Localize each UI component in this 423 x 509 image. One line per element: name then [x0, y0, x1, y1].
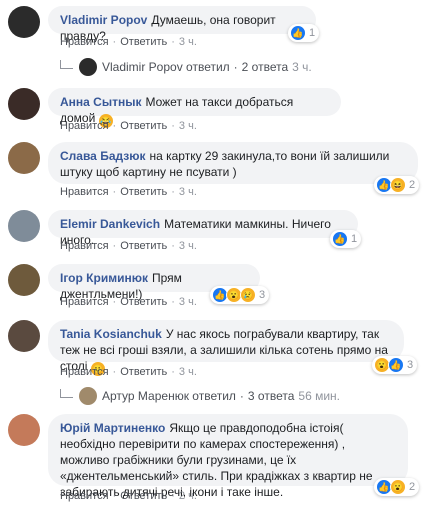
avatar[interactable] — [8, 88, 40, 120]
comment-bubble: Анна Сытнык Может на такси добраться домо… — [48, 88, 341, 128]
comment-time[interactable]: 3 ч. — [179, 366, 197, 378]
reply-link[interactable]: Ответить — [120, 240, 167, 252]
like-link[interactable]: Нравится — [60, 490, 109, 502]
comment-time[interactable]: 3 ч. — [179, 120, 197, 132]
reply-count[interactable]: 2 ответа — [242, 60, 288, 74]
reply-link[interactable]: Ответить — [120, 296, 167, 308]
like-reaction-icon: 👍 — [332, 231, 348, 247]
like-link[interactable]: Нравится — [60, 366, 109, 378]
reply-arrow-icon — [60, 59, 73, 69]
like-reaction-icon: 👍 — [290, 25, 306, 41]
like-link[interactable]: Нравится — [60, 36, 109, 48]
reactions[interactable]: 👍 1 — [288, 24, 320, 42]
comment-bubble: Vladimir Popov Думаешь, она говорит правд… — [48, 6, 316, 43]
avatar[interactable] — [8, 264, 40, 296]
avatar — [79, 387, 97, 405]
reply-author[interactable]: Артур Маренюк — [102, 389, 189, 403]
comment-author[interactable]: Tania Kosianchuk — [60, 327, 162, 341]
reactions[interactable]: 👍 😆 2 — [374, 176, 420, 194]
comment-actions: Нравится · Ответить · 3 ч. — [60, 240, 197, 252]
reply-link[interactable]: Ответить — [120, 120, 167, 132]
reply-arrow-icon — [60, 388, 73, 398]
comment-time[interactable]: 2 ч. — [179, 490, 197, 502]
reactions[interactable]: 😮 👍 3 — [372, 356, 418, 374]
comment-actions: Нравится · Ответить · 3 ч. — [60, 186, 197, 198]
like-reaction-icon: 👍 — [388, 357, 404, 373]
comment-author[interactable]: Слава Бадзюк — [60, 149, 145, 163]
comment-author[interactable]: Elemir Dankevich — [60, 217, 160, 231]
avatar[interactable] — [8, 320, 40, 352]
like-link[interactable]: Нравится — [60, 296, 109, 308]
comment-actions: Нравится · Ответить · 3 ч. — [60, 296, 197, 308]
comment-bubble: Юрій Мартиненко Якщо це правдоподобна іст… — [48, 414, 408, 499]
comment-actions: Нравится · Ответить · 2 ч. — [60, 490, 197, 502]
comment-actions: Нравится · Ответить · 3 ч. — [60, 120, 197, 132]
comment-author[interactable]: Vladimir Popov — [60, 13, 147, 27]
avatar[interactable] — [8, 142, 40, 174]
reply-thread[interactable]: Артур Маренюк ответил · 3 ответа 56 мин. — [60, 387, 340, 405]
avatar[interactable] — [8, 414, 40, 446]
reactions[interactable]: 👍 1 — [330, 230, 362, 248]
comment-bubble: Tania Kosianchuk У нас якось пограбували … — [48, 320, 404, 376]
reply-link[interactable]: Ответить — [120, 366, 167, 378]
reply-author[interactable]: Vladimir Popov — [102, 60, 183, 74]
reply-count[interactable]: 3 ответа — [248, 389, 294, 403]
comment-time[interactable]: 3 ч. — [179, 296, 197, 308]
avatar — [79, 58, 97, 76]
like-link[interactable]: Нравится — [60, 240, 109, 252]
haha-reaction-icon: 😆 — [390, 177, 406, 193]
comment-actions: Нравится · Ответить · 3 ч. — [60, 366, 197, 378]
sad-reaction-icon: 😢 — [240, 287, 256, 303]
comment-author[interactable]: Ігор Криминюк — [60, 271, 148, 285]
wow-reaction-icon: 😮 — [390, 479, 406, 495]
avatar[interactable] — [8, 6, 40, 38]
avatar[interactable] — [8, 210, 40, 242]
reply-link[interactable]: Ответить — [120, 36, 167, 48]
comment-bubble: Elemir Dankevich Математики мамкины. Ниче… — [48, 210, 358, 247]
reply-link[interactable]: Ответить — [120, 490, 167, 502]
reactions[interactable]: 👍 😮 2 — [374, 478, 420, 496]
reply-link[interactable]: Ответить — [120, 186, 167, 198]
reactions[interactable]: 👍 😮 😢 3 — [210, 286, 270, 304]
comment-time[interactable]: 3 ч. — [179, 186, 197, 198]
comment-time[interactable]: 3 ч. — [179, 240, 197, 252]
comment-author[interactable]: Анна Сытнык — [60, 95, 141, 109]
comment-time[interactable]: 3 ч. — [179, 36, 197, 48]
reply-thread[interactable]: Vladimir Popov ответил · 2 ответа 3 ч. — [60, 58, 312, 76]
comment-bubble: Слава Бадзюк на картку 29 закинула,то вон… — [48, 142, 418, 184]
comment-actions: Нравится · Ответить · 3 ч. — [60, 36, 197, 48]
comment-author[interactable]: Юрій Мартиненко — [60, 421, 165, 435]
like-link[interactable]: Нравится — [60, 120, 109, 132]
like-link[interactable]: Нравится — [60, 186, 109, 198]
